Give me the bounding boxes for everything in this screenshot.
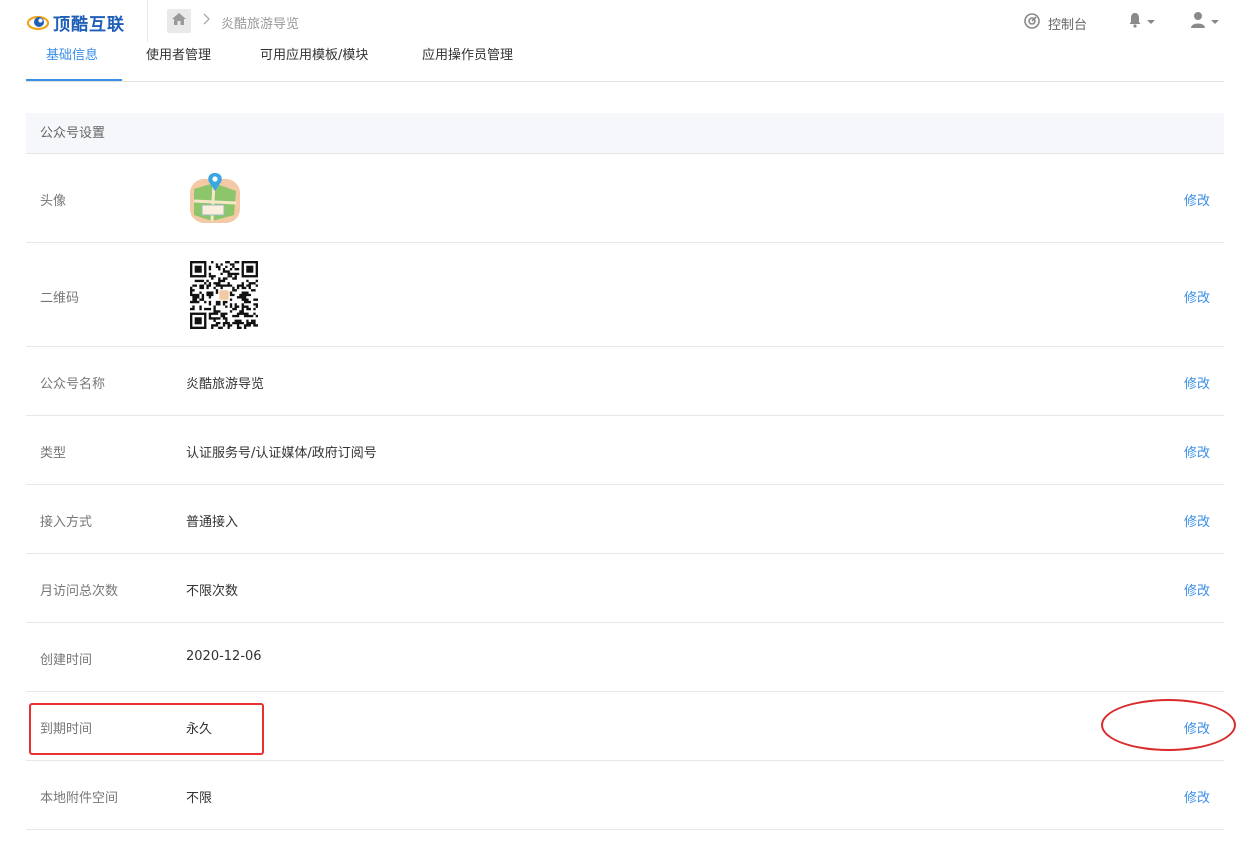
qr-code-image (190, 261, 258, 329)
chevron-down-icon (1211, 20, 1219, 24)
home-button[interactable] (167, 9, 191, 33)
row-created-time: 创建时间 2020-12-06 (26, 623, 1224, 692)
edit-access-mode-link[interactable]: 修改 (1184, 511, 1210, 530)
row-value: 2020-12-06 (186, 649, 262, 664)
row-label: 到期时间 (40, 722, 93, 737)
row-label: 创建时间 (40, 653, 93, 668)
row-type: 类型 认证服务号/认证媒体/政府订阅号 修改 (26, 416, 1224, 485)
chevron-right-icon (203, 12, 211, 30)
row-label: 月访问总次数 (40, 584, 119, 599)
breadcrumb-current: 炎酷旅游导览 (221, 17, 300, 32)
row-value: 普通接入 (186, 515, 239, 530)
edit-attachment-space-link[interactable]: 修改 (1184, 787, 1210, 806)
row-value: 认证服务号/认证媒体/政府订阅号 (186, 446, 377, 461)
chevron-down-icon (1147, 20, 1155, 24)
tab-user-management[interactable]: 使用者管理 (146, 47, 211, 73)
row-attachment-space: 本地附件空间 不限 修改 (26, 761, 1224, 830)
home-icon (171, 12, 187, 30)
notifications-dropdown[interactable] (1128, 12, 1155, 32)
console-link[interactable]: 控制台 (1024, 13, 1087, 33)
edit-expiry-time-link[interactable]: 修改 (1184, 718, 1210, 737)
header-divider (147, 0, 148, 42)
row-account-name: 公众号名称 炎酷旅游导览 修改 (26, 347, 1224, 416)
row-label: 公众号名称 (40, 377, 106, 392)
row-label: 头像 (40, 194, 67, 209)
row-value: 永久 (186, 722, 213, 737)
row-label: 二维码 (40, 291, 80, 306)
brand-name: 顶酷互联 (53, 14, 125, 35)
top-bar: 顶酷互联 炎酷旅游导览 控制台 (0, 0, 1253, 44)
tab-operator-management[interactable]: 应用操作员管理 (422, 47, 513, 73)
row-access-mode: 接入方式 普通接入 修改 (26, 485, 1224, 554)
edit-monthly-visits-link[interactable]: 修改 (1184, 580, 1210, 599)
active-tab-indicator (26, 79, 122, 81)
row-monthly-visits: 月访问总次数 不限次数 修改 (26, 554, 1224, 623)
row-qrcode: 二维码 修改 (26, 243, 1224, 347)
user-icon (1190, 11, 1206, 33)
edit-type-link[interactable]: 修改 (1184, 442, 1210, 461)
edit-avatar-link[interactable]: 修改 (1184, 190, 1210, 209)
brand-logo[interactable]: 顶酷互联 (26, 10, 125, 35)
row-expiry-time: 到期时间 永久 修改 (26, 692, 1224, 761)
tab-basic-info[interactable]: 基础信息 (46, 47, 98, 73)
console-label: 控制台 (1048, 17, 1088, 33)
dashboard-icon (1024, 13, 1040, 33)
row-label: 本地附件空间 (40, 791, 119, 806)
row-value: 不限 (186, 791, 213, 806)
edit-account-name-link[interactable]: 修改 (1184, 373, 1210, 392)
user-menu-dropdown[interactable] (1190, 11, 1219, 33)
tab-bar: 基础信息 使用者管理 可用应用模板/模块 应用操作员管理 (26, 44, 1224, 82)
edit-qrcode-link[interactable]: 修改 (1184, 287, 1210, 306)
bell-icon (1128, 12, 1142, 32)
row-label: 类型 (40, 446, 67, 461)
panel-title: 公众号设置 (26, 113, 1224, 154)
row-label: 接入方式 (40, 515, 93, 530)
logo-icon (26, 13, 50, 31)
row-avatar: 头像 修改 (26, 154, 1224, 243)
tab-app-templates[interactable]: 可用应用模板/模块 (260, 47, 368, 73)
row-value: 炎酷旅游导览 (186, 377, 265, 392)
avatar (186, 169, 244, 227)
row-value: 不限次数 (186, 584, 239, 599)
